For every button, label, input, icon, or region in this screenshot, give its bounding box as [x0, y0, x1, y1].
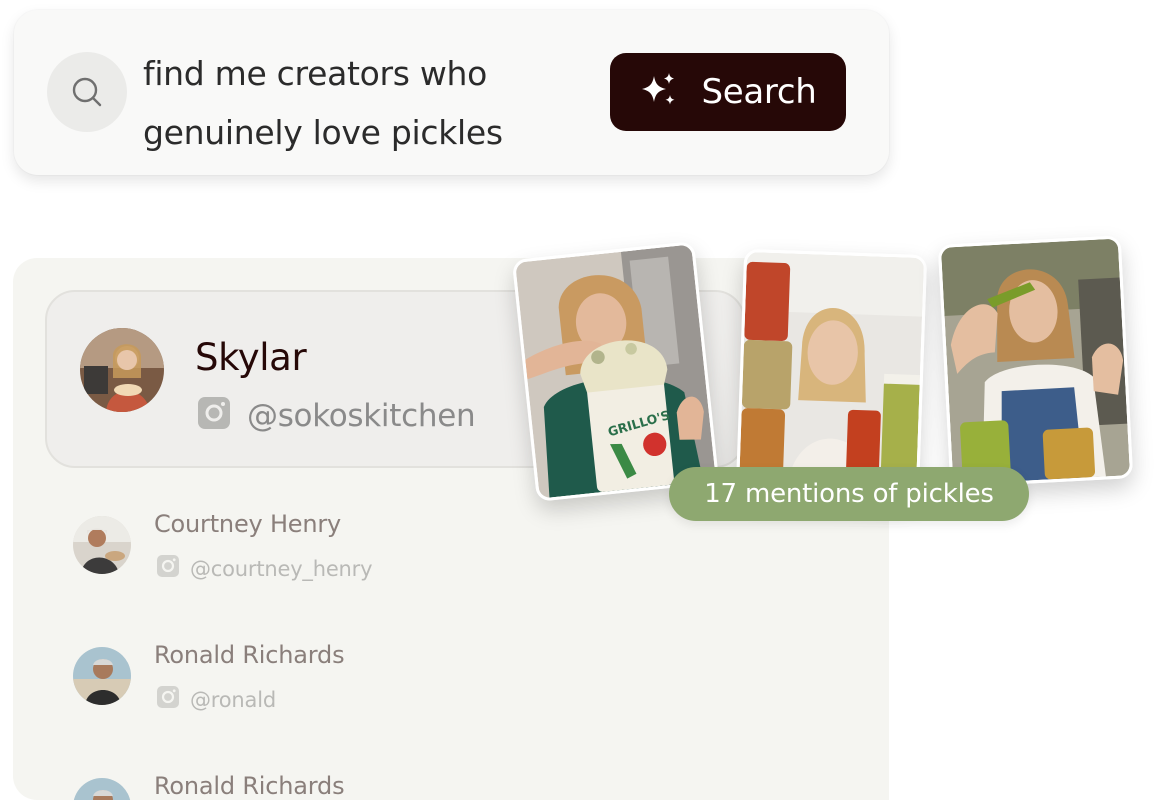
featured-creator-handle-row: @sokoskitchen: [197, 396, 476, 435]
instagram-icon: [197, 396, 231, 435]
creator-handle-row: @courtney_henry: [156, 554, 373, 583]
avatar: [73, 778, 131, 800]
creator-name: Ronald Richards: [154, 772, 345, 800]
avatar: [80, 328, 164, 412]
avatar: [73, 647, 131, 705]
search-query-line-1: find me creators who: [143, 54, 488, 93]
search-button-label: Search: [701, 72, 817, 112]
search-input[interactable]: find me creators who genuinely love pick…: [143, 44, 583, 162]
creator-name: Courtney Henry: [154, 510, 342, 538]
video-thumbnail-pickle-dip[interactable]: GRILLO'S: [511, 241, 720, 502]
mentions-badge: 17 mentions of pickles: [669, 467, 1029, 521]
avatar: [73, 516, 131, 574]
search-button[interactable]: Search: [610, 53, 846, 131]
instagram-icon: [156, 685, 180, 714]
sparkle-icon: [639, 70, 679, 115]
creator-handle-row: @ronald: [156, 685, 276, 714]
featured-creator-handle[interactable]: @sokoskitchen: [247, 398, 476, 434]
video-thumbnail-pickle-jars[interactable]: [735, 248, 928, 499]
creator-handle[interactable]: @ronald: [190, 688, 276, 712]
creator-name: Ronald Richards: [154, 641, 345, 669]
featured-creator-name: Skylar: [195, 336, 307, 379]
search-bar: find me creators who genuinely love pick…: [14, 10, 889, 175]
instagram-icon: [156, 554, 180, 583]
search-query-line-2: genuinely love pickles: [143, 113, 503, 152]
video-thumbnail-pickle-eating[interactable]: [937, 235, 1134, 488]
creator-handle[interactable]: @courtney_henry: [190, 557, 373, 581]
search-icon: [47, 52, 127, 132]
